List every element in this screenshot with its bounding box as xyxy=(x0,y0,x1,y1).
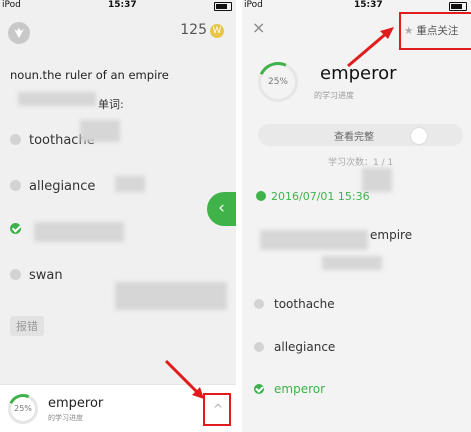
carrier-label: iPod xyxy=(244,0,263,10)
option-2[interactable]: allegiance xyxy=(10,179,95,194)
option-radio-icon xyxy=(10,269,21,280)
option-label: allegiance xyxy=(29,179,96,194)
status-bar: iPod 15:37 xyxy=(242,0,471,12)
option-4[interactable]: swan xyxy=(10,268,63,283)
coin-icon: W xyxy=(210,24,224,38)
blurred-region xyxy=(80,120,120,142)
blurred-definition xyxy=(260,230,368,250)
study-date: 2016/07/01 15:36 xyxy=(256,190,370,203)
clock: 15:37 xyxy=(108,0,137,10)
progress-ring: 25% xyxy=(252,56,304,108)
option-radio-icon xyxy=(254,299,264,309)
option-radio-icon xyxy=(254,342,264,352)
status-bar: iPod 15:37 xyxy=(0,0,236,12)
option-label: emperor xyxy=(274,382,326,396)
option-label: toothache xyxy=(274,297,335,311)
footer-word: emperor xyxy=(48,396,104,411)
right-screen: iPod 15:37 × ★ 重点关注 25% emperor 的学习进度 查看完… xyxy=(242,0,471,432)
option-label: swan xyxy=(29,268,63,283)
blurred-region xyxy=(115,176,145,192)
footer-subtitle: 的学习进度 xyxy=(48,414,83,422)
check-icon xyxy=(254,384,264,394)
battery-icon xyxy=(449,2,467,11)
blurred-region xyxy=(362,168,392,192)
left-screen: iPod 15:37 125 W noun.the ruler of an emp… xyxy=(0,0,236,432)
annotation-box xyxy=(399,12,471,50)
option-radio-icon xyxy=(10,134,21,145)
progress-ring: 25% xyxy=(3,389,43,429)
report-error-button[interactable]: 报错 xyxy=(10,316,44,336)
app-logo-icon[interactable] xyxy=(8,22,30,44)
option-3-correct[interactable] xyxy=(10,222,29,237)
check-icon xyxy=(256,191,266,201)
date-text: 2016/07/01 15:36 xyxy=(271,190,370,203)
close-icon[interactable]: × xyxy=(252,18,265,37)
word-definition: noun.the ruler of an empire xyxy=(10,68,169,82)
check-icon xyxy=(10,223,21,234)
view-full-button[interactable]: 查看完整 xyxy=(258,124,463,146)
pill-label: 查看完整 xyxy=(334,132,374,143)
pill-toggle-icon xyxy=(410,127,428,145)
battery-icon xyxy=(214,2,232,11)
review-option-2: allegiance xyxy=(254,340,335,354)
next-arrow-button[interactable]: ‹ xyxy=(207,192,236,226)
coin-balance: 125 W xyxy=(180,22,224,38)
review-option-3-correct: emperor xyxy=(254,382,325,396)
word-title: emperor xyxy=(320,63,397,84)
carrier-label: iPod xyxy=(2,0,21,10)
study-count: 学习次数：1 / 1 xyxy=(328,158,394,168)
blurred-region xyxy=(115,282,227,310)
annotation-arrow xyxy=(164,359,204,399)
blurred-correct-answer xyxy=(34,222,124,242)
option-label: allegiance xyxy=(274,340,336,354)
coin-count: 125 xyxy=(180,22,207,38)
review-option-1: toothache xyxy=(254,297,335,311)
definition-fragment: empire xyxy=(370,228,413,242)
progress-label: 的学习进度 xyxy=(314,91,354,100)
blurred-region xyxy=(322,256,382,270)
blurred-prompt-text xyxy=(18,92,96,106)
option-radio-icon xyxy=(10,180,21,191)
quiz-prompt: 单词: xyxy=(98,98,124,111)
clock: 15:37 xyxy=(354,0,383,10)
